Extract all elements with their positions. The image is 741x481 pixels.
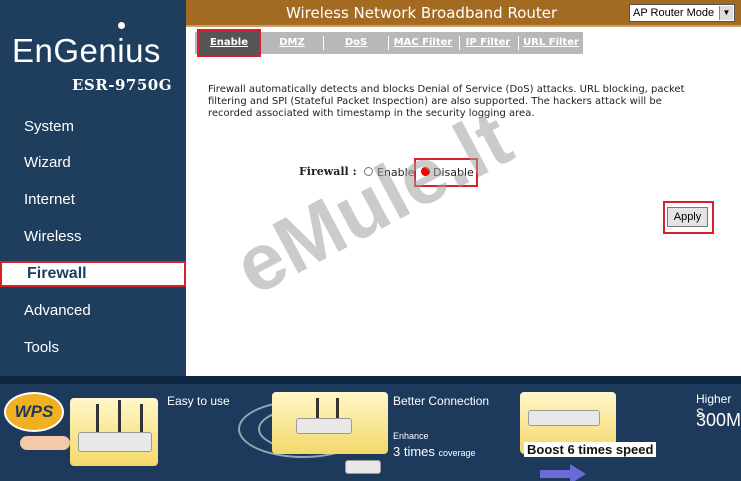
sidebar-item-wireless[interactable]: Wireless xyxy=(0,224,186,250)
sidebar-item-advanced[interactable]: Advanced xyxy=(0,298,186,324)
wps-badge: WPS xyxy=(4,392,64,432)
watermark: eMule.lt xyxy=(220,93,526,312)
tab-enable[interactable]: Enable xyxy=(197,29,261,57)
banner-easy-text: Easy to use xyxy=(167,394,230,408)
tab-mac-filter[interactable]: MAC Filter xyxy=(391,35,455,51)
brand-logo: EnGenius xyxy=(12,22,161,70)
description-line: Firewall automatically detects and block… xyxy=(208,84,685,95)
page-title: Wireless Network Broadband Router xyxy=(286,4,558,22)
tab-ip-filter[interactable]: IP Filter xyxy=(462,35,514,51)
banner-better-text: Better Connection xyxy=(393,394,490,408)
sidebar-item-firewall[interactable]: Firewall xyxy=(0,261,186,287)
router-icon xyxy=(78,432,152,452)
mode-select[interactable]: AP Router Mode ▼ xyxy=(629,4,735,22)
header-bar: Wireless Network Broadband Router AP Rou… xyxy=(186,0,741,27)
promo-banner: WPS Easy to use Better Connection Enhanc… xyxy=(0,376,741,481)
sidebar-item-wizard[interactable]: Wizard xyxy=(0,150,186,176)
model-name: ESR-9750G xyxy=(71,76,172,94)
apply-button[interactable]: Apply xyxy=(667,207,708,227)
sidebar-item-internet[interactable]: Internet xyxy=(0,187,186,213)
banner-speed-text: 300M xyxy=(696,410,741,430)
mode-select-value: AP Router Mode xyxy=(633,7,715,19)
sidebar-item-tools[interactable]: Tools xyxy=(0,335,186,361)
router-icon xyxy=(296,418,352,434)
chevron-down-icon: ▼ xyxy=(719,6,733,20)
firewall-tabs: Enable DMZ DoS MAC Filter IP Filter URL … xyxy=(195,29,583,57)
banner-enhance-text: Enhance xyxy=(393,431,429,441)
banner-boost-text: Boost 6 times speed xyxy=(524,442,657,457)
hand-icon xyxy=(20,436,70,450)
router-icon xyxy=(528,410,600,426)
tab-dmz[interactable]: DMZ xyxy=(274,35,310,51)
tab-url-filter[interactable]: URL Filter xyxy=(521,35,581,51)
arrow-right-icon xyxy=(540,470,570,478)
sidebar-item-system[interactable]: System xyxy=(0,114,186,140)
sidebar: EnGenius ESR-9750G System Wizard Interne… xyxy=(0,0,186,376)
tab-dos[interactable]: DoS xyxy=(338,35,374,51)
banner-three-times-text: 3 times coverage xyxy=(393,444,476,459)
client-device-icon xyxy=(345,460,381,474)
